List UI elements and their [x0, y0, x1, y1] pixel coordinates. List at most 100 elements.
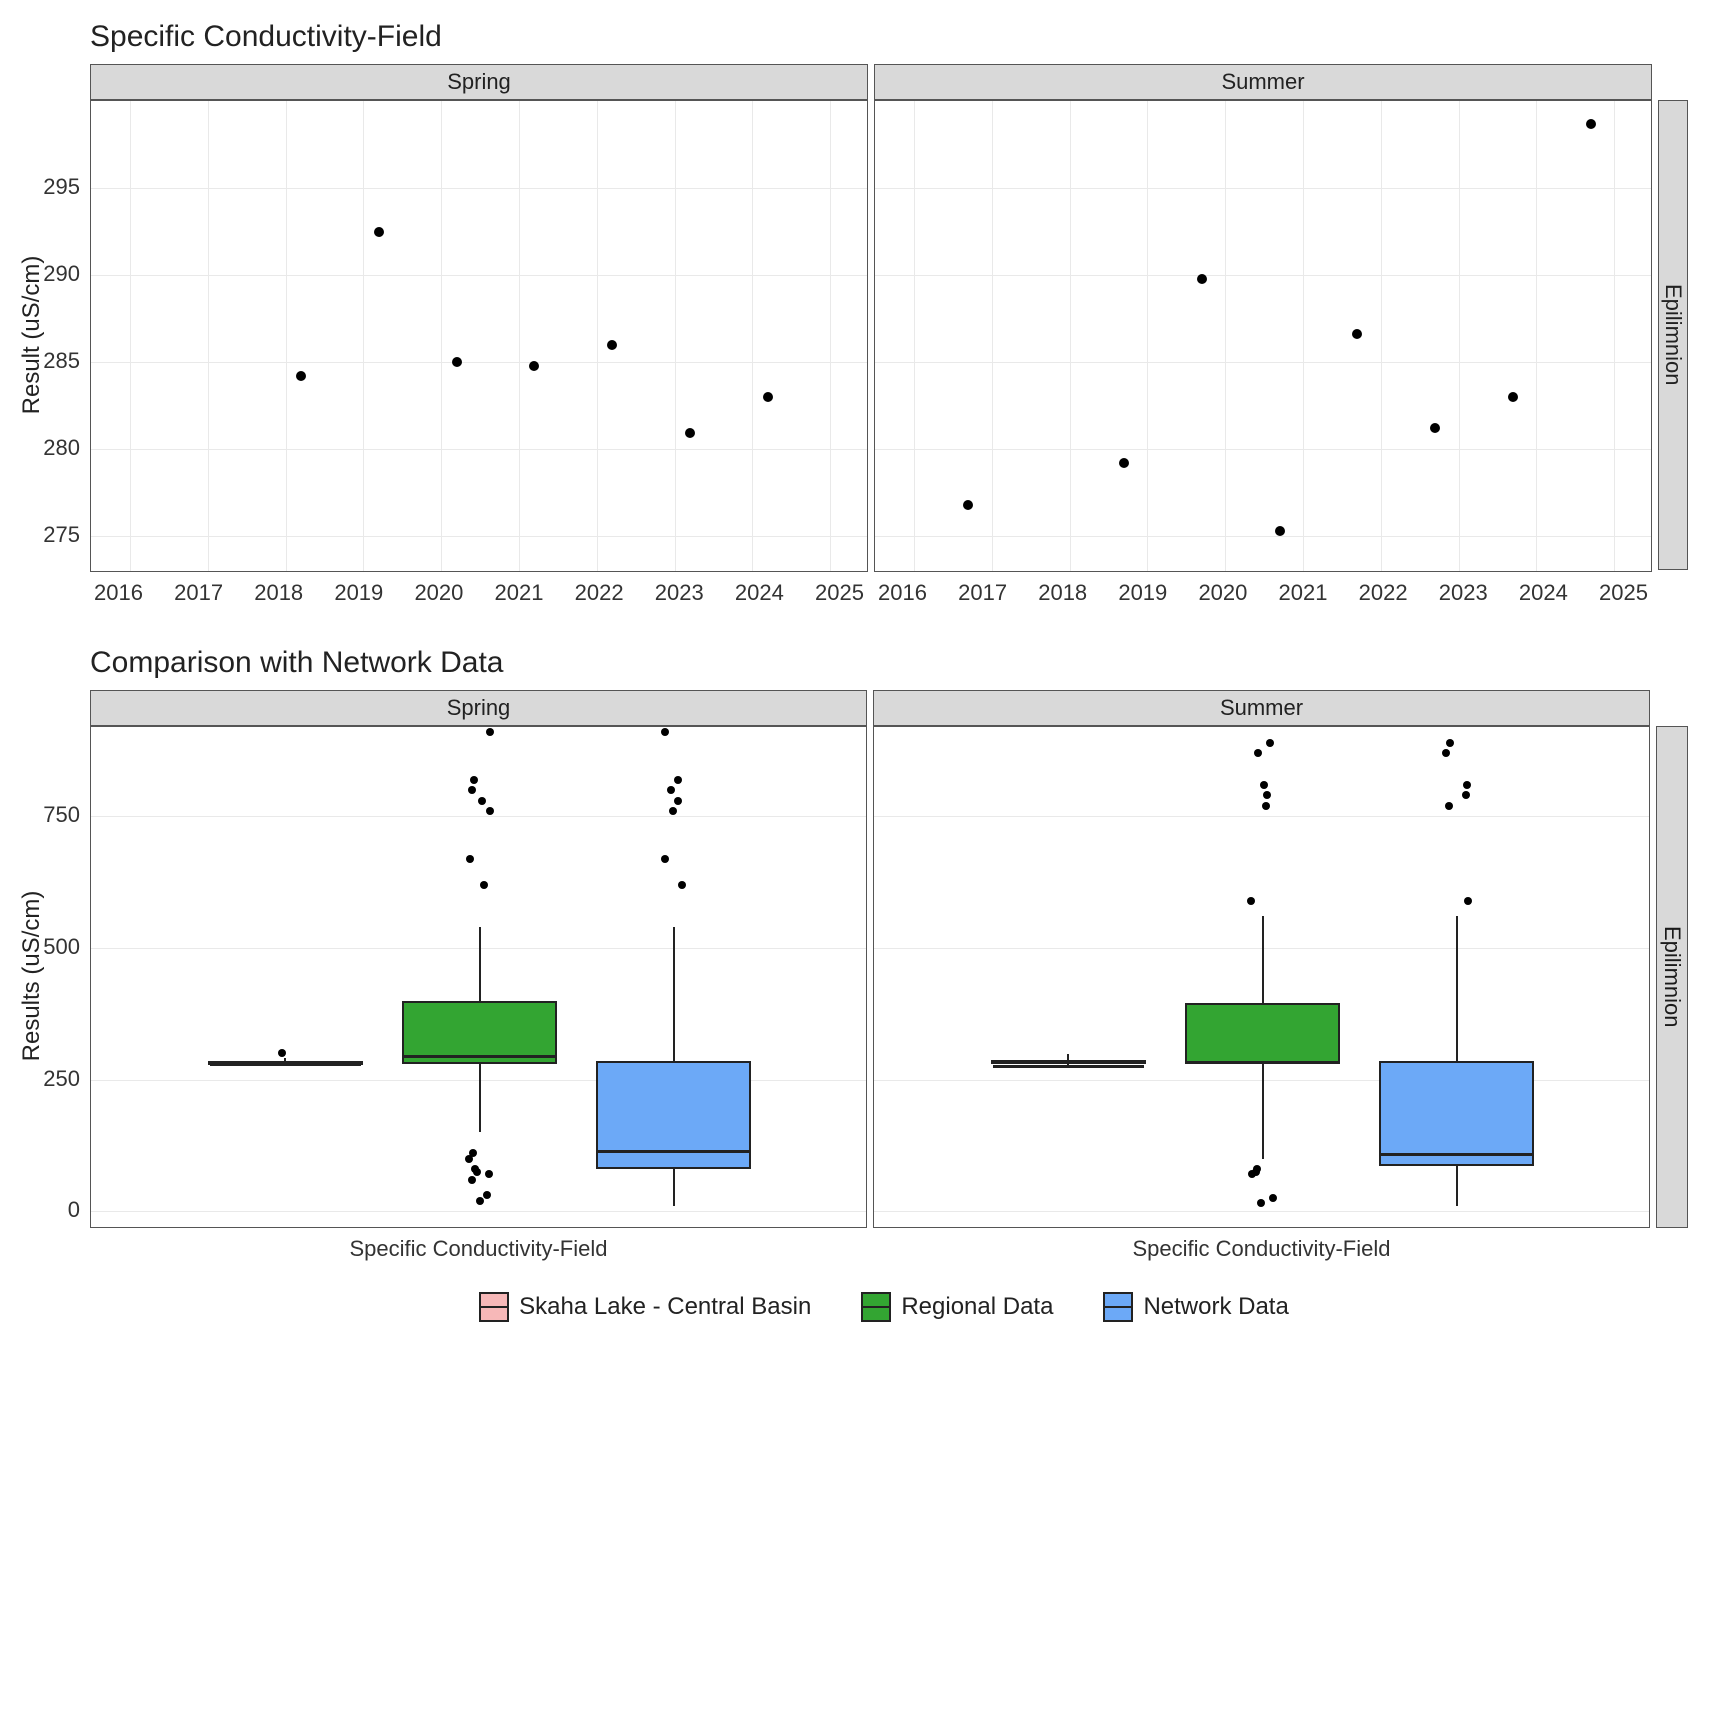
outlier-point	[480, 881, 488, 889]
outlier-point	[678, 881, 686, 889]
scatter-point	[607, 340, 617, 350]
outlier-point	[1446, 739, 1454, 747]
y-tick: 280	[43, 435, 80, 461]
x-tick: 2024	[1519, 580, 1568, 606]
scatter-point	[529, 361, 539, 371]
y-tick: 500	[43, 934, 80, 960]
y-tick: 750	[43, 802, 80, 828]
x-tick: 2025	[1599, 580, 1648, 606]
outlier-point	[469, 1149, 477, 1157]
legend-label: Regional Data	[901, 1293, 1053, 1321]
outlier-point	[486, 728, 494, 736]
outlier-point	[1269, 1194, 1277, 1202]
outlier-point	[471, 1165, 479, 1173]
y-tick: 290	[43, 261, 80, 287]
top-facet-row: Spring 201620172018201920202021202220232…	[90, 64, 1688, 606]
facet-header: Spring	[90, 690, 867, 726]
legend-swatch	[479, 1292, 509, 1322]
scatter-point	[452, 357, 462, 367]
x-tick: 2019	[1118, 580, 1167, 606]
legend-item: Network Data	[1103, 1292, 1288, 1322]
scatter-point	[763, 392, 773, 402]
outlier-point	[1247, 897, 1255, 905]
x-tick: 2021	[495, 580, 544, 606]
x-tick: 2017	[174, 580, 223, 606]
legend-swatch	[1103, 1292, 1133, 1322]
x-tick: 2020	[1198, 580, 1247, 606]
scatter-point	[1586, 119, 1596, 129]
y-tick: 275	[43, 522, 80, 548]
outlier-point	[1253, 1165, 1261, 1173]
box	[208, 1061, 363, 1065]
outlier-point	[468, 786, 476, 794]
outlier-point	[483, 1191, 491, 1199]
outlier-point	[1463, 781, 1471, 789]
top-facet-spring: Spring 201620172018201920202021202220232…	[90, 64, 868, 606]
x-tick: 2025	[815, 580, 864, 606]
x-tick: 2022	[575, 580, 624, 606]
bottom-facet-summer: Summer Specific Conductivity-Field	[873, 690, 1650, 1262]
outlier-point	[1260, 781, 1268, 789]
outlier-point	[478, 797, 486, 805]
legend-item: Skaha Lake - Central Basin	[479, 1292, 811, 1322]
box	[1185, 1003, 1340, 1064]
outlier-point	[674, 776, 682, 784]
chart-bottom-section: Comparison with Network Data Results (uS…	[80, 646, 1688, 1262]
top-facet-summer: Summer 201620172018201920202021202220232…	[874, 64, 1652, 606]
boxplot-panel	[90, 726, 867, 1228]
scatter-point	[1119, 458, 1129, 468]
x-axis-label: Specific Conductivity-Field	[873, 1236, 1650, 1262]
x-tick: 2023	[655, 580, 704, 606]
box	[1379, 1061, 1534, 1166]
legend-label: Skaha Lake - Central Basin	[519, 1293, 811, 1321]
legend-label: Network Data	[1143, 1293, 1288, 1321]
y-tick: 0	[68, 1197, 80, 1223]
legend: Skaha Lake - Central Basin Regional Data…	[80, 1292, 1688, 1322]
x-tick: 2020	[414, 580, 463, 606]
outlier-point	[468, 1176, 476, 1184]
y-tick: 285	[43, 348, 80, 374]
x-tick: 2016	[94, 580, 143, 606]
chart-top-section: Specific Conductivity-Field Result (uS/c…	[80, 20, 1688, 606]
facet-header: Spring	[90, 64, 868, 100]
scatter-point	[963, 500, 973, 510]
scatter-panel	[90, 100, 868, 572]
outlier-point	[470, 776, 478, 784]
strip-right-top: Epilimnion	[1658, 100, 1688, 570]
box	[596, 1061, 751, 1169]
x-axis-ticks: 2016201720182019202020212022202320242025	[874, 580, 1652, 606]
x-tick: 2024	[735, 580, 784, 606]
legend-swatch	[861, 1292, 891, 1322]
chart-title-top: Specific Conductivity-Field	[90, 20, 1688, 54]
outlier-point	[661, 728, 669, 736]
scatter-point	[1352, 329, 1362, 339]
facet-header: Summer	[873, 690, 1650, 726]
bottom-facet-row: Spring Specific Conductivity-Field 02505…	[90, 690, 1688, 1262]
box	[991, 1060, 1146, 1064]
outlier-point	[278, 1049, 286, 1057]
y-tick: 295	[43, 174, 80, 200]
x-tick: 2019	[334, 580, 383, 606]
outlier-point	[1266, 739, 1274, 747]
legend-item: Regional Data	[861, 1292, 1053, 1322]
outlier-point	[1442, 749, 1450, 757]
box	[402, 1001, 557, 1064]
y-axis-label-bottom: Results (uS/cm)	[18, 891, 46, 1062]
scatter-point	[296, 371, 306, 381]
outlier-point	[1462, 791, 1470, 799]
x-tick: 2022	[1359, 580, 1408, 606]
outlier-point	[1262, 802, 1270, 810]
x-tick: 2023	[1439, 580, 1488, 606]
strip-right-bottom: Epilimnion	[1656, 726, 1688, 1228]
outlier-point	[669, 807, 677, 815]
scatter-point	[1508, 392, 1518, 402]
facet-header: Summer	[874, 64, 1652, 100]
outlier-point	[1254, 749, 1262, 757]
x-tick: 2021	[1279, 580, 1328, 606]
scatter-point	[374, 227, 384, 237]
y-axis-label-top: Result (uS/cm)	[18, 256, 46, 415]
bottom-facet-spring: Spring Specific Conductivity-Field 02505…	[90, 690, 867, 1262]
scatter-point	[1430, 423, 1440, 433]
scatter-point	[1197, 274, 1207, 284]
outlier-point	[1464, 897, 1472, 905]
